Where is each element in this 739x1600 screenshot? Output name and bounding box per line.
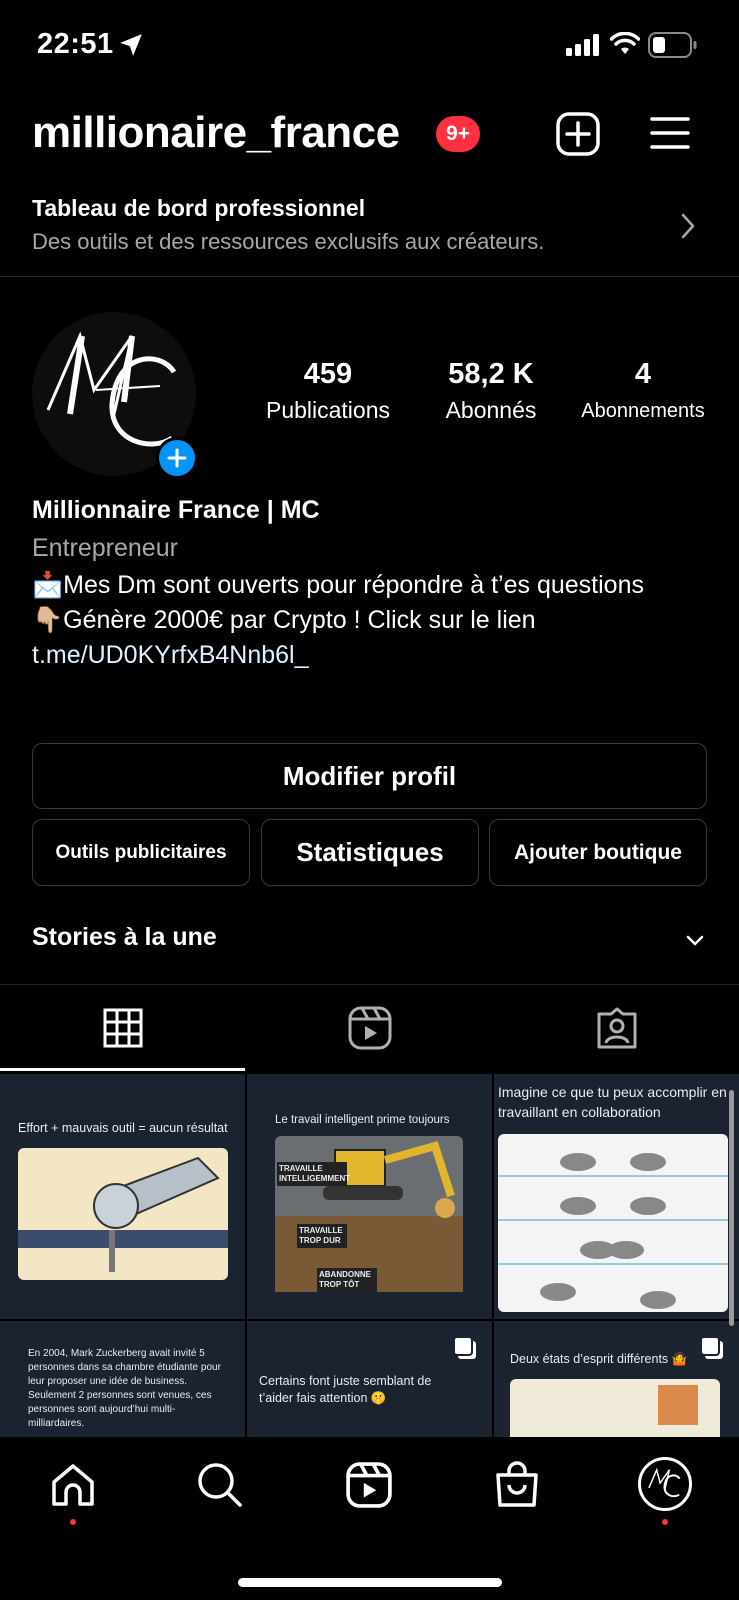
mc-monogram-logo <box>648 1467 681 1498</box>
dashboard-subtitle: Des outils et des ressources exclusifs a… <box>32 229 545 254</box>
stat-label: Abonnés <box>445 397 537 423</box>
post-caption: Imagine ce que tu peux accomplir en trav… <box>498 1084 727 1120</box>
profile-category: Entrepreneur <box>32 534 178 562</box>
profile-username[interactable]: millionaire_france <box>32 108 400 158</box>
post-label: TRAVAILLE TROP DUR <box>297 1224 347 1248</box>
stat-label: Abonnements <box>581 400 705 422</box>
post-image-detail <box>658 1385 698 1425</box>
bio-line: 📩Mes Dm sont ouverts pour répondre à t’e… <box>32 571 644 599</box>
tab-tagged[interactable] <box>494 985 739 1071</box>
signal-icon <box>566 34 599 56</box>
chevron-down-icon[interactable] <box>685 934 705 948</box>
stat-publications[interactable]: 459 Publications <box>253 358 403 424</box>
profile-notification-dot <box>662 1519 668 1525</box>
chevron-right-icon[interactable] <box>680 212 696 240</box>
tagged-icon <box>597 1007 636 1049</box>
post-label: TRAVAILLE INTELLIGEMMENT <box>277 1162 350 1186</box>
active-tab-indicator <box>0 1068 245 1071</box>
post-caption: Le travail intelligent prime toujours <box>275 1114 450 1126</box>
home-icon[interactable] <box>50 1462 96 1508</box>
profile-bio: 📩Mes Dm sont ouverts pour répondre à t’e… <box>32 568 672 673</box>
edit-profile-button[interactable]: Modifier profil <box>32 743 707 809</box>
home-notification-dot <box>70 1519 76 1525</box>
stat-followers[interactable]: 58,2 K Abonnés <box>411 358 571 424</box>
post-caption: Certains font juste semblant de t’aider … <box>259 1374 432 1405</box>
post-caption: En 2004, Mark Zuckerberg avait invité 5 … <box>28 1348 221 1429</box>
post-caption: Effort + mauvais outil = aucun résultat <box>18 1121 228 1135</box>
carousel-icon <box>453 1336 476 1359</box>
stat-value: 4 <box>634 358 652 390</box>
reels-icon <box>348 1006 391 1050</box>
notification-badge[interactable]: 9+ <box>436 116 480 152</box>
scrollbar[interactable] <box>729 1090 734 1326</box>
post-tile[interactable]: Certains font juste semblant de t’aider … <box>247 1321 492 1437</box>
dashboard-title: Tableau de bord professionnel <box>32 195 366 221</box>
add-story-button[interactable] <box>156 437 198 479</box>
location-arrow-icon <box>120 34 142 56</box>
add-shop-button[interactable]: Ajouter boutique <box>489 819 707 886</box>
grid-icon <box>103 1008 142 1048</box>
stat-label: Publications <box>265 397 391 423</box>
tab-posts-grid[interactable] <box>0 985 245 1071</box>
stat-value: 58,2 K <box>448 358 534 390</box>
wifi-icon <box>610 32 640 54</box>
post-label: ABANDONNE TROP TÔT <box>317 1268 377 1292</box>
menu-icon[interactable] <box>650 116 690 150</box>
ad-tools-button[interactable]: Outils publicitaires <box>32 819 250 886</box>
bio-line: 👇🏼Génère 2000€ par Crypto ! Click sur le… <box>32 606 536 634</box>
home-indicator[interactable] <box>238 1578 502 1587</box>
insights-button[interactable]: Statistiques <box>261 819 479 886</box>
shop-icon[interactable] <box>494 1459 540 1509</box>
stat-following[interactable]: 4 Abonnements <box>568 358 718 423</box>
stat-value: 459 <box>303 358 353 390</box>
status-time: 22:51 <box>37 28 114 60</box>
profile-avatar[interactable] <box>638 1457 692 1511</box>
post-tile[interactable]: Le travail intelligent prime toujours TR… <box>247 1074 492 1319</box>
highlights-title[interactable]: Stories à la une <box>32 923 217 952</box>
post-tile[interactable]: Effort + mauvais outil = aucun résultat <box>0 1074 245 1319</box>
new-post-icon[interactable] <box>556 112 600 156</box>
battery-icon <box>648 32 697 58</box>
profile-full-name: Millionnaire France | MC <box>32 496 320 524</box>
bottom-nav <box>0 1437 739 1600</box>
divider <box>0 276 739 277</box>
post-tile[interactable]: Deux états d’esprit différents 🤷 <box>494 1321 739 1437</box>
donkeys-illustration <box>498 1134 728 1312</box>
tab-reels[interactable] <box>247 985 492 1071</box>
reels-icon[interactable] <box>346 1462 392 1508</box>
plus-icon <box>167 448 187 468</box>
bio-link[interactable]: t.me/UD0KYrfxB4Nnb6l_ <box>32 638 672 673</box>
post-tile[interactable]: Imagine ce que tu peux accomplir en trav… <box>494 1074 739 1319</box>
post-caption: Deux états d’esprit différents 🤷 <box>510 1352 688 1366</box>
post-tile[interactable]: En 2004, Mark Zuckerberg avait invité 5 … <box>0 1321 245 1437</box>
wrench-illustration <box>18 1148 228 1280</box>
search-icon[interactable] <box>196 1461 244 1509</box>
